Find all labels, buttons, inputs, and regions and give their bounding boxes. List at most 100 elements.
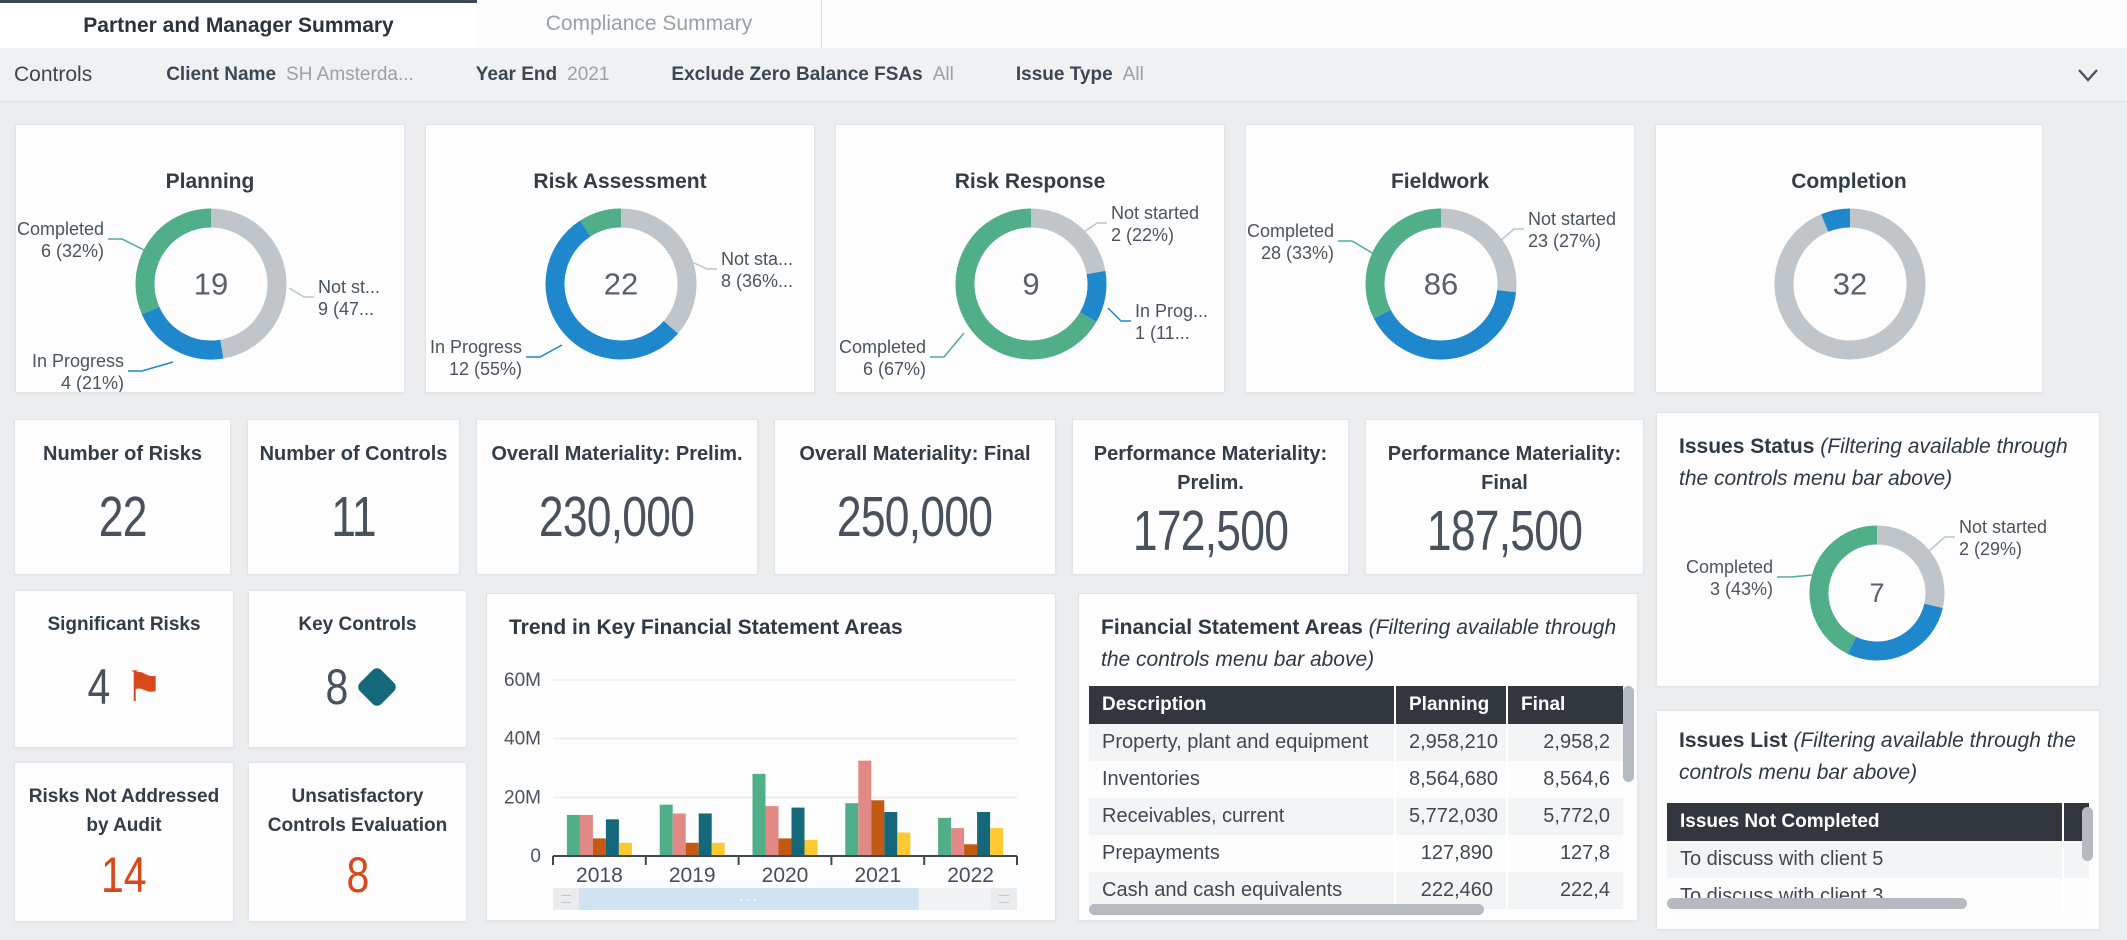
bar-yellow-2021[interactable] <box>897 833 910 856</box>
trend-bar-chart[interactable]: 60M40M20M020182019202020212022 <box>487 594 1056 884</box>
donut-center-value: 9 <box>1022 266 1039 301</box>
table-cell[interactable]: 5,772,030 <box>1395 798 1507 835</box>
bar-green-2020[interactable] <box>753 774 766 856</box>
tab-partner-and-manager-summary[interactable]: Partner and Manager Summary <box>0 0 477 48</box>
bar-yellow-2019[interactable] <box>712 843 725 856</box>
slice-label: 12 (55%) <box>449 359 522 379</box>
issues-status-donut-chart[interactable]: Not started2 (29%)Completed3 (43%)7 <box>1657 413 2100 687</box>
horizontal-scrollbar-thumb[interactable] <box>1667 898 1967 909</box>
col-description[interactable]: Description <box>1089 686 1395 724</box>
bar-salmon-2021[interactable] <box>858 761 871 856</box>
table-cell[interactable]: 127,8 <box>1507 835 1623 872</box>
slider-right-handle[interactable] <box>991 888 1017 910</box>
overall-materiality-final-card: Overall Materiality: Final 250,000 <box>774 419 1056 575</box>
horizontal-scrollbar-thumb[interactable] <box>1089 904 1484 915</box>
bar-green-2019[interactable] <box>660 805 673 856</box>
filter-issue-type[interactable]: Issue TypeAll <box>1016 64 1144 86</box>
chart-zoom-slider[interactable]: ··· <box>553 888 1017 910</box>
table-cell[interactable]: 222,4 <box>1507 872 1623 909</box>
bar-teal-2022[interactable] <box>977 812 990 856</box>
filter-year-end[interactable]: Year End2021 <box>476 64 610 86</box>
bar-yellow-2018[interactable] <box>619 843 632 856</box>
issue-text[interactable]: To discuss with client 5 <box>1667 841 2063 878</box>
kpi-value: 230,000 <box>539 469 694 574</box>
flag-icon: ⚑ <box>125 666 163 708</box>
bar-green-2022[interactable] <box>938 818 951 856</box>
planning-donut-chart[interactable]: Not st...9 (47...In Progress4 (21%)Compl… <box>16 135 405 393</box>
chevron-down-icon[interactable] <box>2075 63 2101 87</box>
col-planning[interactable]: Planning <box>1395 686 1507 724</box>
bar-teal-2019[interactable] <box>699 813 712 856</box>
bar-orange-2020[interactable] <box>779 838 792 856</box>
y-axis-label: 60M <box>504 670 541 691</box>
fieldwork-donut-chart[interactable]: Not started23 (27%)Completed28 (33%)86 <box>1246 135 1635 393</box>
bar-teal-2021[interactable] <box>884 812 897 856</box>
vertical-scrollbar-thumb[interactable] <box>1623 686 1634 782</box>
table-cell[interactable]: 8,564,6 <box>1507 761 1623 798</box>
risk-assessment-chart-card: Risk Assessment Not sta...8 (36%...In Pr… <box>425 124 815 393</box>
kpi-value: 22 <box>99 469 147 574</box>
kpi-value: 187,500 <box>1427 498 1582 574</box>
donut-slice-completed[interactable] <box>1819 535 1877 645</box>
table-cell[interactable]: Property, plant and equipment <box>1089 724 1395 761</box>
x-axis-label: 2019 <box>669 864 716 884</box>
number-of-controls-card: Number of Controls 11 <box>247 419 460 575</box>
bar-yellow-2022[interactable] <box>990 828 1003 856</box>
issues-list-card: Issues List (Filtering available through… <box>1656 710 2100 930</box>
bar-teal-2020[interactable] <box>792 808 805 856</box>
bar-salmon-2022[interactable] <box>951 828 964 856</box>
table-row[interactable]: Receivables, current5,772,0305,772,0 <box>1089 798 1623 835</box>
bar-orange-2022[interactable] <box>964 844 977 856</box>
table-cell[interactable]: Inventories <box>1089 761 1395 798</box>
bar-salmon-2018[interactable] <box>580 815 593 856</box>
donut-slice-completed[interactable] <box>585 218 621 228</box>
risk-assessment-donut-chart[interactable]: Not sta...8 (36%...In Progress12 (55%)22 <box>426 135 815 393</box>
list-item[interactable]: To discuss with client 3 <box>1667 878 2089 915</box>
significant-risks-card: Significant Risks 4⚑ <box>14 590 234 748</box>
table-row[interactable]: Property, plant and equipment2,958,2102,… <box>1089 724 1623 761</box>
table-row[interactable]: Prepayments127,890127,8 <box>1089 835 1623 872</box>
issue-text[interactable]: To discuss with client 3 <box>1667 878 2063 915</box>
completion-donut-chart[interactable]: 32 <box>1656 135 2043 393</box>
col-final[interactable]: Final <box>1507 686 1623 724</box>
bar-green-2021[interactable] <box>845 803 858 856</box>
table-cell[interactable]: Prepayments <box>1089 835 1395 872</box>
donut-slice-not-started[interactable] <box>1877 535 1935 606</box>
list-item[interactable]: To discuss with client 5 <box>1667 841 2089 878</box>
donut-slice-in-progress[interactable] <box>1852 606 1934 651</box>
label-connector <box>526 345 562 357</box>
number-of-risks-card: Number of Risks 22 <box>14 419 231 575</box>
table-cell[interactable]: 127,890 <box>1395 835 1507 872</box>
donut-slice-not-started[interactable] <box>1031 218 1096 273</box>
table-cell[interactable]: 5,772,0 <box>1507 798 1623 835</box>
bar-green-2018[interactable] <box>567 815 580 856</box>
filter-client-name[interactable]: Client NameSH Amsterda... <box>166 64 414 86</box>
slider-range[interactable]: ··· <box>579 888 919 910</box>
risk-response-donut-chart[interactable]: Not started2 (22%)In Prog...1 (11...Comp… <box>836 135 1225 393</box>
bar-teal-2018[interactable] <box>606 819 619 856</box>
bar-orange-2018[interactable] <box>593 838 606 856</box>
slice-label: 28 (33%) <box>1261 243 1334 263</box>
table-row[interactable]: Inventories8,564,6808,564,6 <box>1089 761 1623 798</box>
bar-orange-2019[interactable] <box>686 843 699 856</box>
table-cell[interactable]: Receivables, current <box>1089 798 1395 835</box>
donut-center-value: 7 <box>1869 578 1884 608</box>
slider-left-handle[interactable] <box>553 888 579 910</box>
tab-compliance-summary[interactable]: Compliance Summary <box>477 0 822 48</box>
table-cell[interactable]: 8,564,680 <box>1395 761 1507 798</box>
fsa-table: Description Planning Final Property, pla… <box>1089 686 1623 909</box>
bar-yellow-2020[interactable] <box>805 840 818 856</box>
table-cell[interactable]: 2,958,2 <box>1507 724 1623 761</box>
table-cell[interactable]: 2,958,210 <box>1395 724 1507 761</box>
donut-slice-in-progress[interactable] <box>1088 273 1097 317</box>
slice-label: 2 (22%) <box>1111 225 1174 245</box>
bar-orange-2021[interactable] <box>871 800 884 856</box>
slice-label: 1 (11... <box>1135 323 1190 343</box>
bar-salmon-2020[interactable] <box>766 806 779 856</box>
bar-salmon-2019[interactable] <box>673 813 686 856</box>
col-issues-not-completed[interactable]: Issues Not Completed <box>1667 803 2063 841</box>
filter-exclude-zero-balance-fsas[interactable]: Exclude Zero Balance FSAsAll <box>671 64 953 86</box>
donut-slice-in-progress[interactable] <box>1825 218 1850 223</box>
vertical-scrollbar-thumb[interactable] <box>2082 807 2093 861</box>
donut-slice-in-progress[interactable] <box>151 311 222 350</box>
